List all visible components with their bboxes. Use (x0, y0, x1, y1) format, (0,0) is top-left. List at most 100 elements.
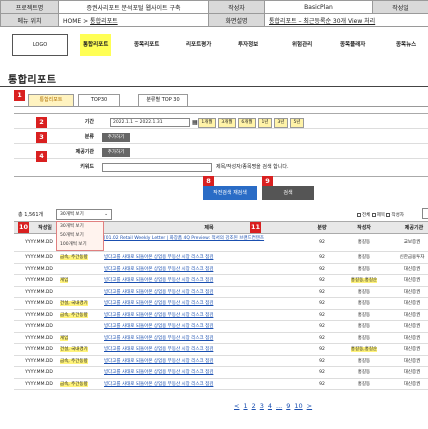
period-button-5y[interactable]: 5년 (290, 118, 304, 128)
keyword-input[interactable] (102, 163, 212, 172)
period-input[interactable]: 2022.1.1 ~ 2022.1.31 (110, 118, 190, 127)
cell-title[interactable]: 빙다고를 사태로 되돌아본 상업용 부동산 시장 리스크 점검 (104, 287, 312, 299)
cell-title[interactable]: 빙다고를 사태로 되돌아본 상업용 부동산 시장 리스크 점검 (104, 356, 312, 368)
col-pages[interactable]: 분량 (312, 222, 332, 234)
cell-provider-text: 대신증권 (403, 301, 421, 306)
table-row[interactable]: YYYY.MM.DD 금속, 주간동향 빙다고를 사태로 되돌아본 상업용 부동산 … (14, 379, 428, 391)
cell-author: 홍길동,홍길순 (340, 275, 388, 287)
cell-provider: 대신증권 (392, 298, 428, 310)
cell-title[interactable]: 빙다고를 사태로 되돌아본 상업용 부동산 시장 리스크 점검 (104, 264, 312, 276)
table-row[interactable]: YYYY.MM.DD 빙다고를 사태로 되돌아본 상업용 부동산 시장 리스크 점… (14, 367, 428, 379)
cell-date-text: YYYY.MM.DD (25, 381, 53, 387)
col-author[interactable]: 작성자 (344, 222, 384, 234)
spec-menu-value: HOME > 통합리포트 (58, 13, 209, 27)
page-size-option-50[interactable]: 50개씩 보기 (57, 231, 103, 240)
cell-provider-text: 대신증권 (403, 381, 421, 387)
cell-title-text: 빙다고를 사태로 되돌아본 상업용 부동산 시장 리스크 점검 (104, 301, 214, 306)
cell-type (60, 264, 102, 276)
table-row[interactable]: YYYY.MM.DD 빙다고를 사태로 되돌아본 상업용 부동산 시장 리스크 점… (14, 321, 428, 333)
cell-provider: 대신증권 (392, 321, 428, 333)
nav-item-report-evaluation[interactable]: 리포트평가 (186, 34, 211, 56)
cell-title[interactable]: 빙다고를 사태로 되돌아본 상업용 부동산 시장 리스크 점검 (104, 298, 312, 310)
cell-type-text: 금속, 주간동향 (60, 255, 88, 260)
cell-title[interactable]: 빙다고를 사태로 되돌아본 상업용 부동산 시장 리스크 점검 (104, 344, 312, 356)
cell-type: 게임 (60, 275, 102, 287)
category-add-button[interactable]: 추가하기 (102, 133, 130, 142)
table-row[interactable]: YYYY.MM.DD 게임 빙다고를 사태로 되돌아본 상업용 부동산 시장 리스크… (14, 275, 428, 287)
provider-row: 4 제공기관 추가하기 (14, 146, 428, 162)
cell-pages-text: 92 (319, 335, 325, 341)
cell-date-text: YYYY.MM.DD (25, 301, 53, 306)
cell-title-text: 빙다고를 사태로 되돌아본 상업용 부동산 시장 리스크 점검 (104, 312, 214, 318)
filter-author-checkbox[interactable] (386, 212, 391, 217)
page-size-option-30[interactable]: 30개씩 보기 (57, 222, 103, 231)
reset-search-button[interactable]: 작전검색 재검색 (203, 186, 257, 200)
period-button-3m[interactable]: 3개월 (218, 118, 236, 128)
page-link[interactable]: 1 (243, 402, 247, 410)
period-row: 2 기간 2022.1.1 ~ 2022.1.31 ▦ 1개월 3개월 6개월 … (14, 116, 428, 129)
cell-title[interactable]: 빙다고를 사태로 되돌아본 상업용 부동산 시장 리스크 점검 (104, 310, 312, 322)
filter-title-label: 제목 (376, 213, 385, 218)
cell-title-text: 빙다고를 사태로 되돌아본 상업용 부동산 시장 리스크 점검 (104, 358, 214, 364)
cell-date: YYYY.MM.DD (24, 367, 54, 379)
page-link[interactable]: 9 (286, 402, 290, 410)
page-link[interactable]: < (234, 402, 239, 410)
cell-title[interactable]: 빙다고를 사태로 되돌아본 상업용 부동산 시장 리스크 점검 (104, 333, 312, 345)
cell-title[interactable]: 빙다고를 사태로 되돌아본 상업용 부동산 시장 리스크 점검 (104, 252, 312, 264)
cell-date-text: YYYY.MM.DD (25, 358, 53, 364)
period-button-1y[interactable]: 1년 (258, 118, 272, 128)
logo[interactable]: LOGO (12, 34, 68, 56)
table-row[interactable]: YYYY.MM.DD 금속, 주간동향 빙다고를 사태로 되돌아본 상업용 부동산 … (14, 356, 428, 368)
col-date[interactable]: 작성일 (31, 222, 59, 234)
cell-author: 홍길동 (340, 367, 388, 379)
page-link[interactable]: ... (276, 402, 282, 410)
page-link[interactable]: 2 (252, 402, 256, 410)
nav-item-risk-management[interactable]: 위험관리 (292, 34, 312, 56)
period-button-3y[interactable]: 3년 (274, 118, 288, 128)
nav-item-investment-info[interactable]: 투자정보 (238, 34, 258, 56)
cell-pages: 92 (312, 264, 332, 276)
filter-all-checkbox[interactable] (357, 212, 361, 217)
calendar-icon[interactable]: ▦ (192, 119, 198, 126)
nav-item-integrated-report[interactable]: 통합리포트 (80, 34, 112, 56)
provider-add-button[interactable]: 추가하기 (102, 148, 130, 157)
cell-title[interactable]: 빙다고를 사태로 되돌아본 상업용 부동산 시장 리스크 점검 (104, 367, 312, 379)
list-search-input[interactable] (422, 208, 428, 219)
search-filters: 전체 제목 작성자 (357, 211, 404, 220)
period-button-6m[interactable]: 6개월 (238, 118, 256, 128)
page-link[interactable]: > (307, 402, 312, 410)
filter-title-checkbox[interactable] (371, 212, 376, 217)
table-row[interactable]: YYYY.MM.DD 빙다고를 사태로 되돌아본 상업용 부동산 시장 리스크 점… (14, 264, 428, 276)
nav-item-stock-planner[interactable]: 종목플래자 (340, 34, 365, 56)
cell-pages: 92 (312, 234, 332, 252)
cell-provider-text: 대신증권 (403, 278, 421, 283)
table-row[interactable]: YYYY.MM.DD 빙다고를 사태로 되돌아본 상업용 부동산 시장 리스크 점… (14, 287, 428, 299)
col-title[interactable]: 제목 (104, 222, 314, 234)
cell-type-text: 금속, 주간동향 (60, 312, 88, 318)
cell-title[interactable]: 빙다고를 사태로 되돌아본 상업용 부동산 시장 리스크 점검 (104, 321, 312, 333)
page-link[interactable]: 10 (294, 402, 302, 410)
page-size-option-100[interactable]: 100개씩 보기 (57, 240, 103, 249)
table-row[interactable]: YYYY.MM.DD 금속, 주간동향 빙다고를 사태로 되돌아본 상업용 부동산 … (14, 310, 428, 322)
cell-provider-text: 대신증권 (403, 324, 421, 329)
page-title: 통합리포트 (8, 75, 57, 86)
cell-title[interactable]: 빙다고를 사태로 되돌아본 상업용 부동산 시장 리스크 점검 (104, 275, 312, 287)
cell-title[interactable]: 빙다고를 사태로 되돌아본 상업용 부동산 시장 리스크 점검 (104, 379, 312, 391)
cell-title[interactable]: [01.02 Retail Weekly Letter | 화장품 4Q Pre… (104, 234, 312, 252)
nav-item-stock-news[interactable]: 종목뉴스 (396, 34, 416, 56)
period-button-1m[interactable]: 1개월 (198, 118, 216, 128)
cell-date-text: YYYY.MM.DD (25, 278, 53, 283)
table-row[interactable]: YYYY.MM.DD 건설, 국내경기 빙다고를 사태로 되돌아본 상업용 부동산 … (14, 344, 428, 356)
pagination: <1 2 3 4... 9 10 > (234, 402, 316, 410)
table-row[interactable]: YYYY.MM.DD 건설, 국내경기 빙다고를 사태로 되돌아본 상업용 부동산 … (14, 298, 428, 310)
search-button[interactable]: 검색 (262, 186, 314, 200)
table-row[interactable]: YYYY.MM.DD 게임 빙다고를 사태로 되돌아본 상업용 부동산 시장 리스크… (14, 333, 428, 345)
nav-item-stock-report[interactable]: 종목리포트 (134, 34, 159, 56)
table-row[interactable]: YYYY.MM.DD 금속, 주간동향 빙다고를 사태로 되돌아본 상업용 부동산 … (14, 252, 428, 264)
cell-title-text: 빙다고를 사태로 되돌아본 상업용 부동산 시장 리스크 점검 (104, 289, 214, 295)
cell-pages: 92 (312, 298, 332, 310)
page-size-select[interactable]: 30개씩 보기 ⌄ (56, 209, 112, 220)
page-link[interactable]: 4 (268, 402, 272, 410)
col-provider[interactable]: 제공기관 (394, 222, 428, 234)
page-link[interactable]: 3 (260, 402, 264, 410)
